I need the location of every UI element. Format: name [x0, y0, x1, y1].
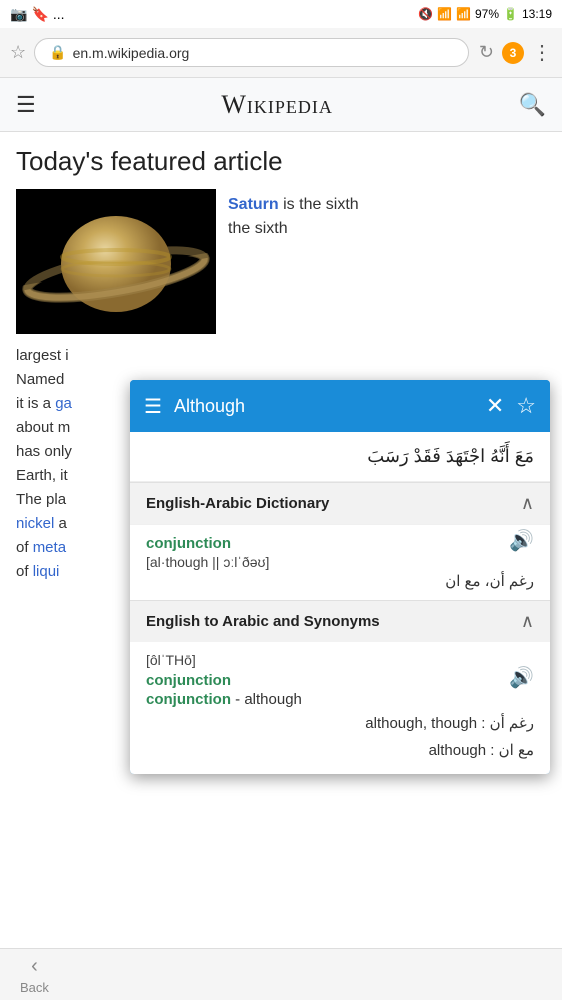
url-bar[interactable]: 🔒 en.m.wikipedia.org	[34, 38, 469, 67]
dict-search-input[interactable]	[174, 396, 474, 417]
status-bar: 📷 🔖 ... 🔇 📶 📶 97% 🔋 13:19	[0, 0, 562, 28]
back-button[interactable]: ‹ Back	[20, 955, 49, 995]
below-line-1: largest i	[16, 344, 546, 368]
arabic-result-text: مَعَ أَنَّهُ اجْتَهَدَ فَقَدْ رَسَبَ	[130, 432, 550, 482]
dict-section2-entry: [ôlˈTHō] conjunction 🔊 conjunction - alt…	[130, 642, 550, 774]
wikipedia-header: ☰ Wikipedia 🔍	[0, 78, 562, 132]
dict-section2-header[interactable]: English to Arabic and Synonyms ∧	[130, 600, 550, 642]
dict-word-type1: conjunction	[146, 535, 534, 552]
dictionary-popup: ☰ ✕ ☆ مَعَ أَنَّهُ اجْتَهَدَ فَقَدْ رَسَ…	[130, 380, 550, 774]
status-left-icons: 📷 🔖 ...	[10, 6, 65, 23]
nickel-link[interactable]: nickel	[16, 515, 54, 532]
dict-menu-icon[interactable]: ☰	[144, 394, 162, 419]
article-content: Saturn is the sixth the sixth	[0, 189, 562, 334]
refresh-icon[interactable]: ↻	[479, 42, 494, 63]
ga-link[interactable]: ga	[55, 395, 72, 412]
time-display: 13:19	[522, 7, 552, 21]
dict-trans2-line2: مع ان : although	[146, 737, 534, 764]
wiki-search-icon[interactable]: 🔍	[519, 92, 546, 118]
dict-section2-title: English to Arabic and Synonyms	[146, 613, 380, 630]
featured-section: Today's featured article	[0, 132, 562, 177]
back-arrow-icon: ‹	[31, 955, 38, 978]
browser-bar: ☆ 🔒 en.m.wikipedia.org ↻ 3 ⋮	[0, 28, 562, 78]
dict-word-type2-inline: conjunction	[146, 691, 231, 708]
article-snippet-right: is the sixth	[279, 196, 359, 213]
dict-sound-icon1[interactable]: 🔊	[509, 528, 534, 553]
wiki-title: Wikipedia	[221, 90, 333, 120]
bookmark-icon: 🔖	[31, 6, 48, 23]
saturn-image	[16, 189, 216, 334]
tab-count-badge[interactable]: 3	[502, 42, 524, 64]
article-sixth-text: the sixth	[228, 220, 288, 237]
dict-section1-entry: conjunction 🔊 [al·though || ɔːlˈðəʊ] رغم…	[130, 524, 550, 600]
dict-word-type2: conjunction	[146, 672, 534, 689]
battery-icon: 🔋	[503, 7, 518, 21]
dict-star-icon[interactable]: ☆	[516, 393, 536, 419]
camera-icon: 📷	[10, 6, 27, 23]
featured-title: Today's featured article	[16, 146, 546, 177]
dict-phonetic2: [ôlˈTHō]	[146, 652, 534, 668]
chevron-up-icon: ∧	[521, 493, 534, 514]
favorite-icon[interactable]: ☆	[10, 42, 26, 63]
mute-icon: 🔇	[418, 7, 433, 21]
liqui-link[interactable]: liqui	[33, 563, 60, 580]
wiki-menu-icon[interactable]: ☰	[16, 92, 36, 118]
url-text: en.m.wikipedia.org	[73, 45, 190, 61]
dict-header: ☰ ✕ ☆	[130, 380, 550, 432]
dict-def2-text: - although	[235, 691, 302, 708]
browser-menu-icon[interactable]: ⋮	[532, 40, 552, 65]
more-icon: ...	[53, 6, 65, 22]
dict-close-icon[interactable]: ✕	[486, 393, 504, 419]
meta-link[interactable]: meta	[33, 539, 66, 556]
signal-icon: 📶	[456, 7, 471, 21]
saturn-link[interactable]: Saturn	[228, 196, 279, 213]
battery-text: 97%	[475, 7, 499, 21]
lock-icon: 🔒	[49, 44, 66, 61]
status-right-icons: 🔇 📶 📶 97% 🔋 13:19	[418, 7, 552, 21]
wifi-icon: 📶	[437, 7, 452, 21]
dict-translation1: رغم أن، مع ان	[146, 572, 534, 590]
dict-pronunciation1: [al·though || ɔːlˈðəʊ]	[146, 554, 534, 570]
dict-trans2-line1: رغم أن : although, though	[146, 710, 534, 737]
back-label: Back	[20, 980, 49, 995]
article-text-right: Saturn is the sixth the sixth	[228, 189, 546, 334]
dict-def2: conjunction - although	[146, 691, 534, 708]
dict-section1-header[interactable]: English-Arabic Dictionary ∧	[130, 482, 550, 524]
bottom-nav: ‹ Back	[0, 948, 562, 1000]
chevron-up-icon2: ∧	[521, 611, 534, 632]
dict-section1-title: English-Arabic Dictionary	[146, 495, 329, 512]
saturn-svg	[16, 189, 216, 334]
dict-sound-icon2[interactable]: 🔊	[509, 665, 534, 690]
